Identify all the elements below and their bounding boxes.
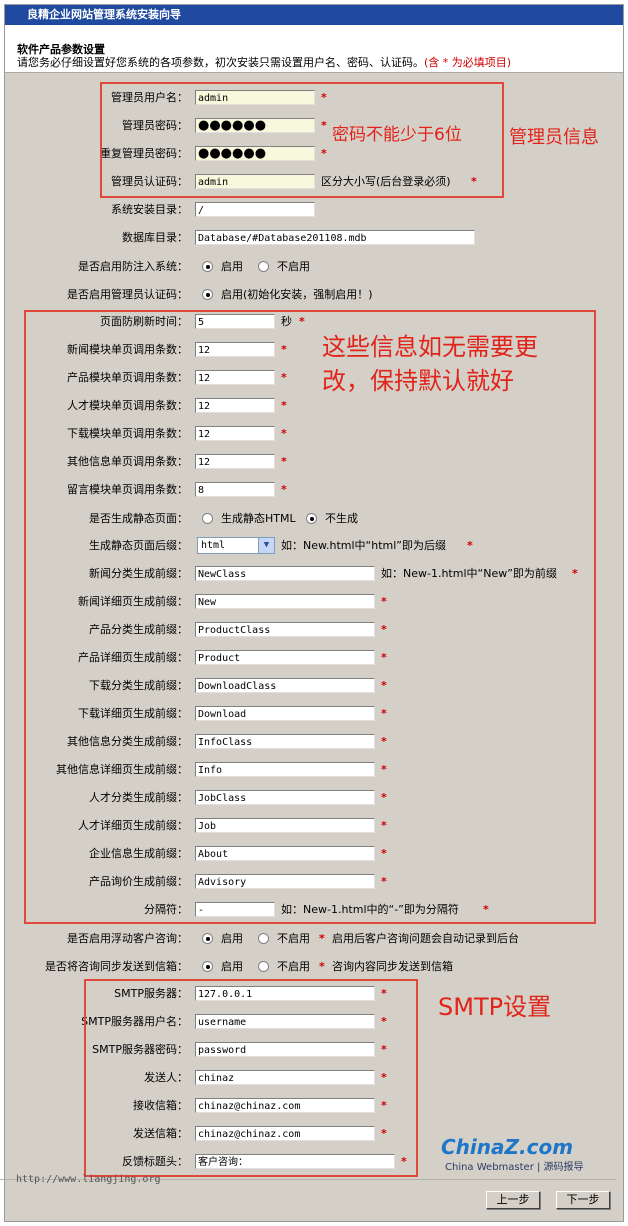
defaults-annotation-line2: 改，保持默认就好 (322, 367, 514, 395)
password-annotation: 密码不能少于6位 (332, 125, 462, 145)
float-consult-label: 是否启用浮动客户咨询： (67, 932, 188, 945)
logo-brand: ChinaZ.com (441, 1135, 574, 1159)
prev-step-button[interactable]: 上一步 (486, 1191, 540, 1209)
float-consult-on-radio[interactable] (202, 933, 213, 944)
smtp-annotation: SMTP设置 (438, 993, 552, 1021)
admin-code-enable-label: 是否启用管理员认证码： (67, 288, 188, 301)
logo-tagline: China Webmaster | 源码报导 (445, 1162, 584, 1173)
anti-inject-on-radio[interactable] (202, 261, 213, 272)
db-dir-label: 数据库目录： (122, 231, 188, 244)
anti-inject-off-radio[interactable] (258, 261, 269, 272)
anti-inject-on-label: 启用 (221, 260, 243, 273)
sync-mail-off-radio[interactable] (258, 961, 269, 972)
section-header: 软件产品参数设置 请您务必仔细设置好您系统的各项参数，初次安装只需设置用户名、密… (5, 25, 623, 73)
section-title: 软件产品参数设置 (17, 43, 105, 56)
chinaz-logo: ChinaZ.com China Webmaster | 源码报导 (441, 1135, 591, 1180)
next-step-button[interactable]: 下一步 (556, 1191, 610, 1209)
section-description: 请您务必仔细设置好您系统的各项参数，初次安装只需设置用户名、密码、认证码。(含 … (17, 56, 623, 69)
sync-mail-on-radio[interactable] (202, 961, 213, 972)
admin-code-on-radio[interactable] (202, 289, 213, 300)
required-mark: * (319, 960, 325, 973)
defaults-annotation-line1: 这些信息如无需要更 (322, 333, 538, 361)
sync-mail-hint: 咨询内容同步发送到信箱 (332, 960, 453, 973)
sync-mail-label: 是否将咨询同步发送到信箱： (45, 960, 188, 973)
description-text: 请您务必仔细设置好您系统的各项参数，初次安装只需设置用户名、密码、认证码。 (17, 56, 424, 69)
db-dir-input[interactable]: Database/#Database201108.mdb (195, 230, 475, 245)
footer-url: http://www.liangjing.org (16, 1174, 161, 1185)
required-mark: * (319, 932, 325, 945)
admin-code-on-label: 启用(初始化安装，强制启用！) (221, 288, 373, 301)
float-consult-off-radio[interactable] (258, 933, 269, 944)
smtp-highlight-box (84, 979, 418, 1177)
float-consult-off-label: 不启用 (277, 932, 310, 945)
install-dir-input[interactable]: / (195, 202, 315, 217)
defaults-highlight-box (24, 310, 596, 924)
admin-info-annotation: 管理员信息 (509, 127, 599, 148)
sync-mail-off-label: 不启用 (277, 960, 310, 973)
anti-inject-off-label: 不启用 (277, 260, 310, 273)
float-consult-on-label: 启用 (221, 932, 243, 945)
float-consult-hint: 启用后客户咨询问题会自动记录到后台 (332, 932, 519, 945)
window-title-bar: 良精企业网站管理系统安装向导 (5, 5, 623, 25)
anti-inject-label: 是否启用防注入系统： (78, 260, 188, 273)
required-note: (含 * 为必填项目) (424, 56, 512, 69)
sync-mail-on-label: 启用 (221, 960, 243, 973)
install-dir-label: 系统安装目录： (111, 203, 188, 216)
